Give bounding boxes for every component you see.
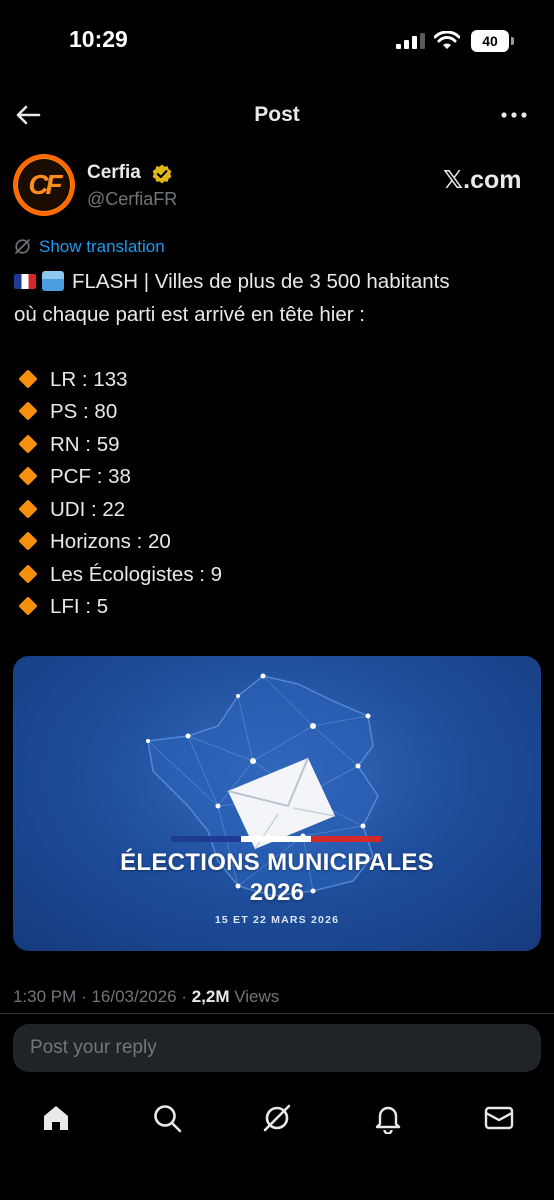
list-item: LR : 133 — [14, 364, 540, 397]
post-headline: FLASH | Villes de plus de 3 500 habitant… — [14, 266, 540, 299]
list-item: Les Écologistes : 9 — [14, 559, 540, 592]
image-date: 15 ET 22 MARS 2026 — [214, 914, 340, 926]
author-handle[interactable]: @CerfiaFR — [87, 189, 177, 210]
show-translation-link[interactable]: Show translation — [39, 237, 165, 257]
top-bar: Post — [0, 92, 554, 138]
list-item: RN : 59 — [14, 429, 540, 462]
views-count: 2,2M — [191, 987, 230, 1006]
image-title-line1: ÉLECTIONS MUNICIPALES — [120, 849, 434, 876]
author-name[interactable]: Cerfia — [87, 162, 141, 184]
list-item-text: PCF : 38 — [50, 465, 131, 488]
post-body: FLASH | Villes de plus de 3 500 habitant… — [14, 266, 540, 624]
search-icon[interactable] — [151, 1102, 183, 1134]
list-item: UDI : 22 — [14, 494, 540, 527]
list-item-text: PS : 80 — [50, 400, 118, 423]
orange-diamond-icon — [18, 368, 38, 389]
orange-diamond-icon — [18, 401, 38, 421]
list-item: PCF : 38 — [14, 461, 540, 494]
orange-diamond-icon — [18, 498, 38, 519]
home-icon[interactable] — [40, 1102, 72, 1134]
status-bar: 10:29 40 — [0, 0, 554, 80]
page-title: Post — [254, 103, 300, 126]
bottom-nav — [0, 1090, 554, 1150]
source-site-label: 𝕏.com — [443, 166, 522, 194]
orange-diamond-icon — [18, 531, 38, 551]
verified-badge-icon — [152, 164, 172, 184]
grok-icon[interactable] — [261, 1102, 293, 1134]
post-time: 1:30 PM — [13, 987, 77, 1006]
wifi-icon — [434, 31, 460, 49]
status-time: 10:29 — [69, 26, 128, 52]
list-item-text: Horizons : 20 — [50, 530, 171, 553]
divider — [0, 1013, 554, 1014]
post-headline-continued: où chaque parti est arrivé en tête hier … — [14, 302, 365, 326]
orange-diamond-icon — [18, 563, 38, 584]
list-item-text: UDI : 22 — [50, 497, 126, 521]
avatar-logo-text: CF — [18, 159, 70, 211]
battery-indicator: 40 — [471, 30, 509, 52]
messages-icon[interactable] — [483, 1102, 515, 1134]
notifications-icon[interactable] — [372, 1102, 404, 1134]
list-item-text: Les Écologistes : 9 — [50, 562, 223, 586]
list-item-text: LR : 133 — [50, 367, 128, 391]
separator: · — [181, 987, 187, 1006]
cellular-signal-icon — [396, 33, 425, 49]
list-item-text: RN : 59 — [50, 432, 120, 456]
post-date: 16/03/2026 — [91, 987, 177, 1006]
orange-diamond-icon — [18, 466, 38, 486]
france-flag-icon — [14, 274, 36, 289]
headline-text: FLASH | Villes de plus de 3 500 habitant… — [72, 270, 450, 293]
list-item: Horizons : 20 — [14, 526, 540, 559]
more-options-icon[interactable] — [500, 104, 528, 126]
ballot-box-icon — [42, 271, 64, 291]
image-title: ÉLECTIONS MUNICIPALES 2026 — [13, 848, 541, 908]
list-item: PS : 80 — [14, 396, 540, 429]
separator: · — [81, 987, 87, 1006]
reply-box[interactable]: Post your reply — [13, 1024, 541, 1072]
post-meta: 1:30 PM · 16/03/2026 · 2,2M Views — [13, 987, 279, 1007]
orange-diamond-icon — [18, 596, 38, 616]
views-label: Views — [234, 987, 280, 1006]
battery-tip — [511, 37, 514, 45]
image-title-line2: 2026 — [249, 879, 305, 906]
list-item-text: LFI : 5 — [50, 595, 109, 618]
post-image[interactable]: ÉLECTIONS MUNICIPALES 2026 15 ET 22 MARS… — [13, 656, 541, 951]
list-item: LFI : 5 — [14, 591, 540, 624]
translate-icon — [15, 239, 30, 254]
orange-diamond-icon — [18, 433, 38, 454]
reply-input[interactable]: Post your reply — [30, 1037, 157, 1059]
avatar[interactable]: CF — [13, 154, 75, 216]
